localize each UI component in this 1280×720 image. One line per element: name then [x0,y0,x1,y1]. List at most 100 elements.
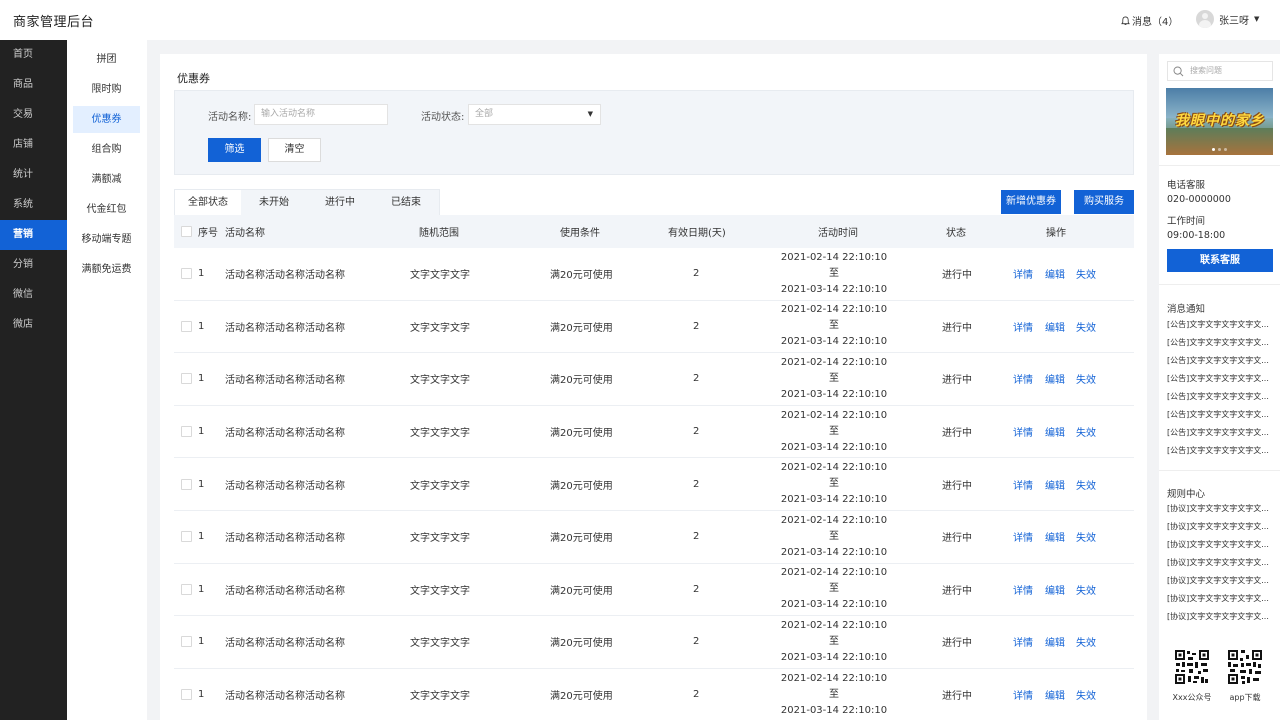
edit-link[interactable]: 编辑 [1045,301,1065,353]
primary-nav-item[interactable]: 首页 [0,40,67,70]
edit-link[interactable]: 编辑 [1045,248,1065,300]
notice-item[interactable]: [公告]文字文字文字文字文... [1167,442,1269,460]
primary-nav-item[interactable]: 微店 [0,310,67,340]
clear-button[interactable]: 清空 [268,138,321,162]
notice-item[interactable]: [公告]文字文字文字文字文... [1167,424,1269,442]
rule-item[interactable]: [协议]文字文字文字文字文... [1167,572,1269,590]
detail-link[interactable]: 详情 [1013,564,1033,616]
disable-link[interactable]: 失效 [1076,406,1096,458]
carousel-dot[interactable] [1212,148,1215,151]
secondary-nav-item[interactable]: 代金红包 [73,196,140,223]
filter-button[interactable]: 筛选 [208,138,261,162]
row-time-end: 2021-03-14 22:10:10 [780,441,888,453]
row-checkbox[interactable] [181,583,192,595]
disable-link[interactable]: 失效 [1076,669,1096,720]
notice-item[interactable]: [公告]文字文字文字文字文... [1167,334,1269,352]
detail-link[interactable]: 详情 [1013,511,1033,563]
detail-link[interactable]: 详情 [1013,616,1033,668]
status-tab[interactable]: 全部状态 [175,190,241,216]
primary-nav-item[interactable]: 系统 [0,190,67,220]
row-checkbox[interactable] [181,426,192,438]
disable-link[interactable]: 失效 [1076,458,1096,510]
help-search-input[interactable]: 搜索问题 [1167,61,1273,81]
edit-link[interactable]: 编辑 [1045,458,1065,510]
secondary-nav-item[interactable]: 拼团 [73,46,140,73]
rule-item[interactable]: [协议]文字文字文字文字文... [1167,536,1269,554]
edit-link[interactable]: 编辑 [1045,564,1065,616]
row-scope: 文字文字文字 [410,375,470,387]
row-activity-name: 活动名称活动名称活动名称 [225,270,345,282]
status-tab[interactable]: 未开始 [241,190,307,216]
row-condition: 满20元可使用 [550,375,613,387]
secondary-nav-item[interactable]: 满额免运费 [73,256,140,283]
add-coupon-button[interactable]: 新增优惠券 [1001,190,1061,214]
activity-name-input[interactable]: 输入活动名称 [254,104,388,125]
row-checkbox[interactable] [181,320,192,332]
secondary-nav-item[interactable]: 优惠券 [73,106,140,133]
edit-link[interactable]: 编辑 [1045,353,1065,405]
detail-link[interactable]: 详情 [1013,406,1033,458]
table-body: 1 活动名称活动名称活动名称 文字文字文字 满20元可使用 2 2021-02-14 22… [174,248,1134,720]
rule-item[interactable]: [协议]文字文字文字文字文... [1167,554,1269,572]
disable-link[interactable]: 失效 [1076,511,1096,563]
row-time-start: 2021-02-14 22:10:10 至 [780,619,888,647]
primary-nav-item[interactable]: 店铺 [0,130,67,160]
row-checkbox[interactable] [181,478,192,490]
primary-nav-item[interactable]: 分销 [0,250,67,280]
edit-link[interactable]: 编辑 [1045,669,1065,720]
primary-nav-item[interactable]: 微信 [0,280,67,310]
rule-item[interactable]: [协议]文字文字文字文字文... [1167,608,1269,626]
primary-nav-item[interactable]: 交易 [0,100,67,130]
select-all-checkbox[interactable] [181,226,192,237]
phone-number: 020-0000000 [1167,194,1231,205]
notice-item[interactable]: [公告]文字文字文字文字文... [1167,388,1269,406]
row-checkbox[interactable] [181,689,192,701]
rule-item[interactable]: [协议]文字文字文字文字文... [1167,500,1269,518]
notice-item[interactable]: [公告]文字文字文字文字文... [1167,352,1269,370]
promo-banner[interactable]: 我眼中的家乡 [1166,88,1273,155]
primary-nav-item[interactable]: 商品 [0,70,67,100]
disable-link[interactable]: 失效 [1076,564,1096,616]
rule-item[interactable]: [协议]文字文字文字文字文... [1167,590,1269,608]
row-time: 2021-02-14 22:10:10 至 2021-03-14 22:10:10 [778,616,890,668]
detail-link[interactable]: 详情 [1013,353,1033,405]
carousel-dot[interactable] [1224,148,1227,151]
user-menu[interactable]: 张三呀 ▼ [1196,10,1259,28]
detail-link[interactable]: 详情 [1013,301,1033,353]
hours-label: 工作时间 [1167,216,1206,227]
notice-item[interactable]: [公告]文字文字文字文字文... [1167,406,1269,424]
row-checkbox[interactable] [181,373,192,385]
primary-nav-item[interactable]: 统计 [0,160,67,190]
edit-link[interactable]: 编辑 [1045,511,1065,563]
disable-link[interactable]: 失效 [1076,248,1096,300]
row-checkbox[interactable] [181,636,192,648]
messages-button[interactable]: 消息（4） [1121,13,1178,28]
disable-link[interactable]: 失效 [1076,353,1096,405]
buy-service-button[interactable]: 购买服务 [1074,190,1134,214]
disable-link[interactable]: 失效 [1076,616,1096,668]
primary-nav-item[interactable]: 营销 [0,220,67,250]
activity-name-label: 活动名称: [208,112,252,123]
row-time: 2021-02-14 22:10:10 至 2021-03-14 22:10:10 [778,511,890,563]
disable-link[interactable]: 失效 [1076,301,1096,353]
secondary-nav-item[interactable]: 组合购 [73,136,140,163]
row-checkbox[interactable] [181,531,192,543]
status-tab[interactable]: 进行中 [307,190,373,216]
secondary-nav-item[interactable]: 满额减 [73,166,140,193]
detail-link[interactable]: 详情 [1013,669,1033,720]
row-checkbox[interactable] [181,268,192,280]
contact-service-button[interactable]: 联系客服 [1167,249,1273,272]
notice-item[interactable]: [公告]文字文字文字文字文... [1167,370,1269,388]
secondary-nav-item[interactable]: 移动端专题 [73,226,140,253]
secondary-nav-item[interactable]: 限时购 [73,76,140,103]
row-time-end: 2021-03-14 22:10:10 [780,704,888,716]
detail-link[interactable]: 详情 [1013,248,1033,300]
notice-item[interactable]: [公告]文字文字文字文字文... [1167,316,1269,334]
activity-status-select[interactable]: 全部 ▼ [468,104,601,125]
detail-link[interactable]: 详情 [1013,458,1033,510]
edit-link[interactable]: 编辑 [1045,616,1065,668]
edit-link[interactable]: 编辑 [1045,406,1065,458]
rule-item[interactable]: [协议]文字文字文字文字文... [1167,518,1269,536]
status-tab[interactable]: 已结束 [373,190,439,216]
carousel-dot[interactable] [1218,148,1221,151]
